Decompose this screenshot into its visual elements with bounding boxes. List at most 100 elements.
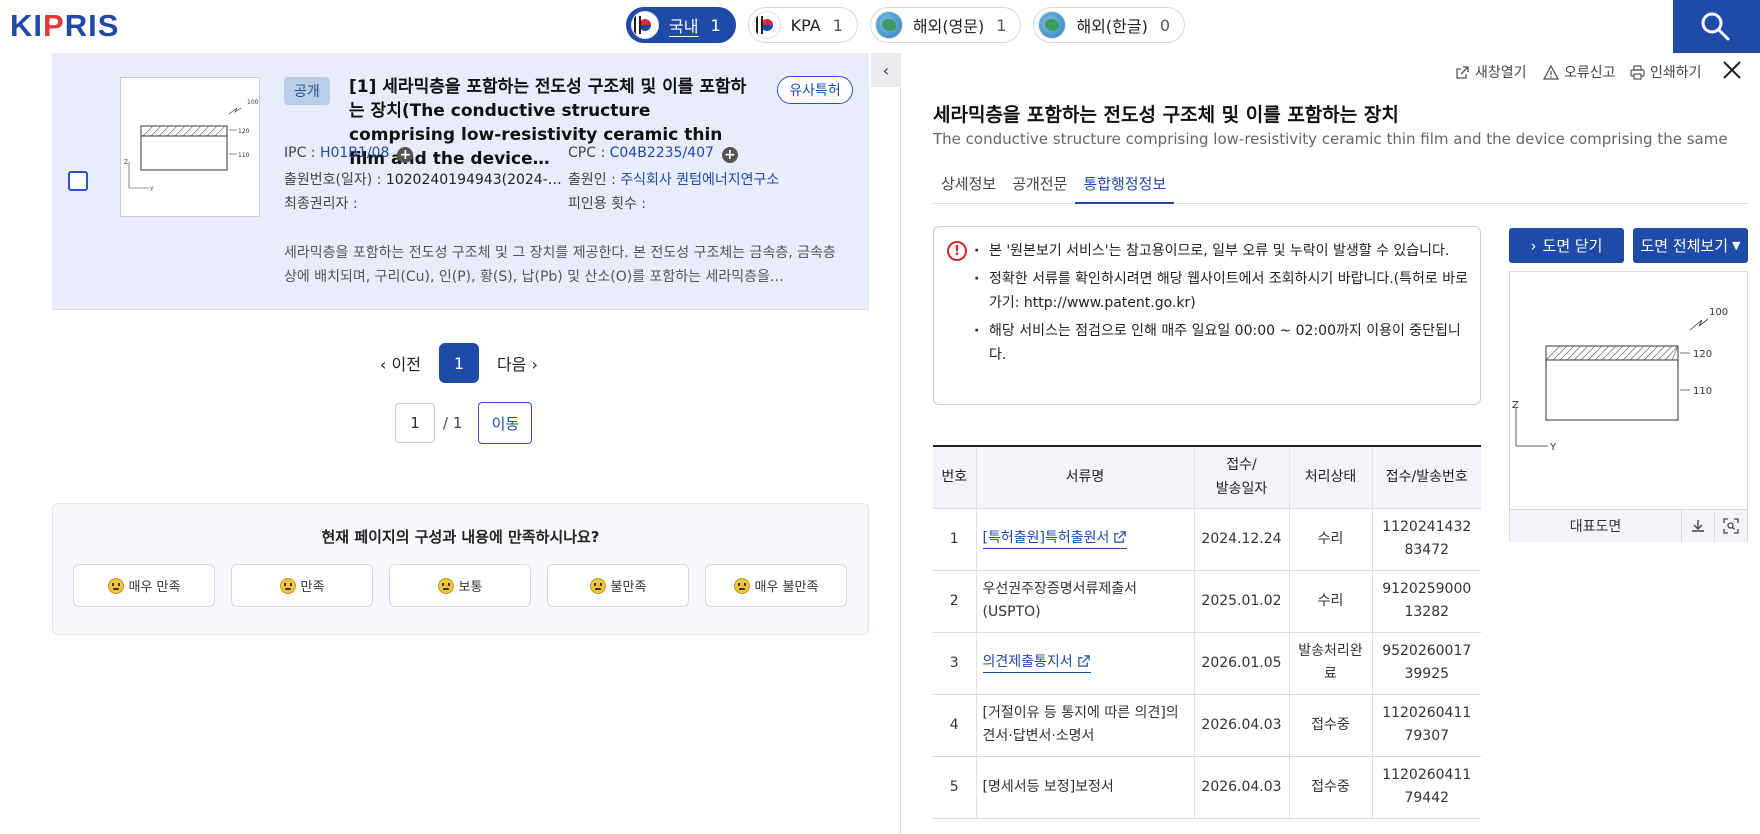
result-abstract: 세라믹층을 포함하는 전도성 구조체 및 그 장치를 제공한다. 본 전도성 구… [284,245,836,285]
cpc-link[interactable]: C04B2235/407 [610,145,714,161]
drawing-label-z: Z [1512,400,1519,411]
document-name-cell: [특허출원]특허출원서 [976,508,1195,571]
document-number: 112024143283472 [1372,508,1481,571]
drawing-footer: 대표도면 [1510,509,1747,542]
country-tab-1[interactable]: KPA 1 [747,7,858,43]
table-row: 4 [거절이유 등 통지에 따른 의견]의견서·답변서·소명서 2026.04.03… [933,694,1481,757]
final-owner-label: 최종권리자 : [284,196,358,212]
report-error-link[interactable]: 오류신고 [1543,62,1616,82]
table-row: 1 [특허출원]특허출원서 2024.12.24 수리 112024143283472 [933,508,1481,571]
applicant-field: 출원인 : 주식회사 퀀텀에너지연구소 [568,169,779,189]
close-drawing-button[interactable]: › 도면 닫기 [1509,228,1624,263]
search-button[interactable] [1673,0,1760,53]
page-total: / 1 [443,414,463,432]
ipc-link[interactable]: H01B1/08 [320,145,389,161]
panel-divider [900,53,901,834]
report-error-label: 오류신고 [1564,65,1616,81]
page-jump: 1 / 1 이동 [395,402,533,444]
detail-title: 세라믹층을 포함하는 전도성 구조체 및 이를 포함하는 장치 [933,104,1399,126]
page-1-button[interactable]: 1 [438,343,479,383]
country-tab-2[interactable]: 해외(영문) 1 [869,7,1022,43]
document-name-cell: 의견제출통지서 [976,632,1195,695]
country-tab-count: 0 [1159,15,1171,35]
survey-option-button[interactable]: 보통 [389,564,531,607]
document-number: 112026041179442 [1372,756,1481,819]
zoom-icon[interactable] [1714,510,1747,542]
country-tab-label: KPA [790,15,821,35]
document-name: [거절이유 등 통지에 따른 의견]의견서·답변서·소명서 [982,705,1179,744]
document-date: 2025.01.02 [1194,570,1290,633]
application-number-label: 출원번호(일자) : [284,172,386,188]
representative-drawing[interactable]: 100 120 110 Z Y 대표도면 [1509,271,1748,542]
kipris-logo[interactable]: KI P RIS [10,8,119,43]
document-status: 수리 [1289,508,1373,571]
status-badge: 공개 [284,77,330,105]
notice-item: 본 '원본보기 서비스'는 참고용이므로, 일부 오류 및 누락이 발생할 수 … [974,239,1472,263]
document-name: 우선권주장증명서류제출서(USPTO) [982,581,1138,620]
ipc-label: IPC : [284,145,320,161]
survey-option-button[interactable]: 매우 만족 [73,564,215,607]
document-name-cell: 우선권주장증명서류제출서(USPTO) [976,570,1195,633]
detail-tab-2[interactable]: 통합행정정보 [1075,170,1175,204]
ipc-expand-plus-icon[interactable]: + [397,147,414,163]
pagination: ‹ 이전 1 다음 › [380,343,538,383]
download-icon[interactable] [1681,510,1714,542]
new-window-label: 새창열기 [1475,65,1527,81]
svg-text:Z: Z [124,159,128,166]
result-thumbnail[interactable]: 120 110 100 Z Y [120,77,260,217]
document-link[interactable]: [특허출원]특허출원서 [982,529,1128,549]
close-drawing-label: 도면 닫기 [1542,237,1603,255]
detail-tab-1[interactable]: 공개전문 [1004,170,1075,204]
next-page-button[interactable]: 다음 › [497,351,538,375]
collapse-panel-button[interactable]: ‹ [871,53,901,87]
document-number: 912025900013282 [1372,570,1481,633]
svg-text:100: 100 [247,99,259,106]
drawing-label-y: Y [1549,442,1557,453]
print-link[interactable]: 인쇄하기 [1630,62,1702,82]
print-label: 인쇄하기 [1650,65,1702,81]
logo-text: KI [10,8,43,43]
table-body: 1 [특허출원]특허출원서 2024.12.24 수리 112024143283472 2… [933,508,1481,819]
page-go-button[interactable]: 이동 [478,402,533,444]
table-row: 2 우선권주장증명서류제출서(USPTO) 2025.01.02 수리 91202590… [933,570,1481,633]
detail-tab-0[interactable]: 상세정보 [933,170,1004,204]
survey-option-button[interactable]: 불만족 [547,564,689,607]
similar-patent-button[interactable]: 유사특허 [777,76,853,104]
survey-option-button[interactable]: 매우 불만족 [705,564,847,607]
page-number-input[interactable]: 1 [395,403,435,443]
document-link-label: 의견제출통지서 [982,653,1073,670]
prev-page-label: 이전 [391,355,421,374]
result-checkbox[interactable] [68,171,88,191]
document-number: 112026041179307 [1372,694,1481,757]
document-name-cell: [명세서등 보정]보정서 [976,756,1195,819]
application-number-value: 1020240194943(2024-… [385,172,562,188]
survey-option-label: 만족 [300,580,325,595]
document-date: 2026.01.05 [1194,632,1290,695]
survey-option-button[interactable]: 만족 [231,564,373,607]
emoji-face-icon [437,577,454,594]
close-icon[interactable] [1720,58,1744,82]
external-link-icon [1456,65,1469,79]
document-link[interactable]: 의견제출통지서 [982,653,1091,673]
drawing-label-100: 100 [1709,307,1728,318]
table-header-cell: 서류명 [976,446,1195,509]
applicant-link[interactable]: 주식회사 퀀텀에너지연구소 [620,172,779,188]
logo-text-accent: P [43,8,65,43]
new-window-link[interactable]: 새창열기 [1455,62,1527,82]
document-date: 2024.12.24 [1194,508,1290,571]
result-card[interactable]: 120 110 100 Z Y 공개 [1] 세라믹층을 포함하는 전도성 구조… [52,53,869,310]
notice-item: 정확한 서류를 확인하시려면 해당 웹사이트에서 조회하시기 바랍니다.(특허로… [974,267,1472,315]
drawing-thumbnail-image: 120 110 100 Z Y [124,99,259,193]
table-header-cell: 접수/발송번호 [1372,446,1481,509]
final-owner-field: 최종권리자 : [284,193,358,213]
survey-option-label: 매우 만족 [128,580,181,595]
cpc-expand-plus-icon[interactable]: + [721,147,738,163]
country-tab-3[interactable]: 해외(한글) 0 [1033,7,1186,43]
prev-page-button[interactable]: ‹ 이전 [380,351,421,375]
notice-box: ! 본 '원본보기 서비스'는 참고용이므로, 일부 오류 및 누락이 발생할 … [933,226,1481,405]
representative-drawing-image: 100 120 110 Z Y [1512,307,1728,453]
view-all-drawings-button[interactable]: 도면 전체보기 ▼ [1633,228,1748,263]
document-status: 접수중 [1289,694,1373,757]
table-header-cell: 번호 [933,446,977,509]
country-tab-0[interactable]: 국내 1 [626,7,736,43]
